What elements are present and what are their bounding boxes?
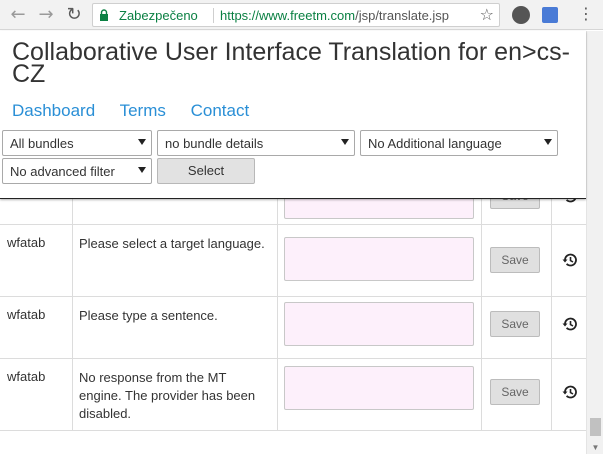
source-text-cell	[72, 199, 277, 224]
additional-language-select-value: No Additional language	[368, 136, 502, 151]
menu-icon[interactable]: ⋮	[578, 4, 594, 24]
translate-extension-icon[interactable]	[542, 7, 558, 23]
page-header: Collaborative User Interface Translation…	[0, 31, 586, 199]
translation-input[interactable]	[284, 302, 474, 346]
advanced-filter-select-value: No advanced filter	[10, 164, 115, 179]
save-cell: Save	[481, 297, 551, 358]
translation-table: Save wfatab Please select a target langu…	[0, 199, 586, 454]
bundles-select[interactable]: All bundles	[2, 130, 152, 156]
main-nav: Dashboard Terms Contact	[12, 101, 269, 121]
scrollbar-thumb[interactable]	[590, 418, 601, 436]
save-button[interactable]: Save	[490, 311, 540, 337]
table-row: wfatab Please type a sentence. Save	[0, 297, 586, 359]
forward-icon[interactable]: →	[36, 5, 56, 25]
extension-icon[interactable]	[512, 6, 530, 24]
history-icon[interactable]	[561, 251, 579, 269]
scroll-down-icon[interactable]: ▼	[587, 442, 603, 454]
chevron-down-icon	[138, 167, 146, 173]
nav-terms[interactable]: Terms	[120, 101, 166, 120]
history-cell	[551, 297, 586, 358]
history-cell	[551, 199, 586, 224]
save-button[interactable]: Save	[490, 379, 540, 405]
source-text: Please type a sentence.	[79, 308, 218, 323]
translation-input[interactable]	[284, 199, 474, 219]
source-text: No response from the MT engine. The prov…	[79, 370, 256, 421]
bundle-name: wfatab	[7, 369, 46, 384]
additional-language-select[interactable]: No Additional language	[360, 130, 558, 156]
translation-cell	[277, 199, 481, 224]
advanced-filter-select[interactable]: No advanced filter	[2, 158, 152, 184]
reload-icon[interactable]: ↻	[64, 5, 84, 25]
save-cell: Save	[481, 225, 551, 296]
save-button[interactable]: Save	[490, 199, 540, 209]
bundle-cell	[0, 199, 72, 224]
chevron-down-icon	[341, 139, 349, 145]
save-button[interactable]: Save	[490, 247, 540, 273]
chevron-down-icon	[138, 139, 146, 145]
url-path: /jsp/translate.jsp	[355, 8, 450, 23]
nav-dashboard[interactable]: Dashboard	[12, 101, 95, 120]
source-text-cell: Please type a sentence.	[72, 297, 277, 358]
bundle-name: wfatab	[7, 307, 46, 322]
omnibox-divider	[213, 8, 214, 23]
source-text-cell: Please select a target language.	[72, 225, 277, 296]
history-icon[interactable]	[561, 199, 579, 205]
chevron-down-icon	[544, 139, 552, 145]
bundles-select-value: All bundles	[10, 136, 74, 151]
history-cell	[551, 225, 586, 296]
translation-input[interactable]	[284, 237, 474, 281]
bundle-cell: wfatab	[0, 225, 72, 296]
bundle-details-select-value: no bundle details	[165, 136, 264, 151]
history-cell	[551, 359, 586, 430]
nav-contact[interactable]: Contact	[191, 101, 250, 120]
url-text[interactable]: https://www.freetm.com/jsp/translate.jsp	[220, 8, 449, 23]
address-bar[interactable]: Zabezpečeno https://www.freetm.com/jsp/t…	[92, 3, 500, 27]
source-text-cell: No response from the MT engine. The prov…	[72, 359, 277, 430]
page-title: Collaborative User Interface Translation…	[12, 38, 570, 88]
bookmark-star-icon[interactable]: ☆	[480, 5, 494, 24]
table-row: wfatab No response from the MT engine. T…	[0, 359, 586, 431]
save-cell: Save	[481, 199, 551, 224]
table-row: wfatab Please select a target language. …	[0, 225, 586, 297]
back-icon[interactable]: ←	[8, 5, 28, 25]
bundle-cell: wfatab	[0, 297, 72, 358]
translation-cell	[277, 297, 481, 358]
translation-cell	[277, 359, 481, 430]
translation-input[interactable]	[284, 366, 474, 410]
save-cell: Save	[481, 359, 551, 430]
history-icon[interactable]	[561, 383, 579, 401]
translation-cell	[277, 225, 481, 296]
page-scrollbar[interactable]: ▼	[586, 31, 603, 454]
browser-toolbar: ← → ↻ Zabezpečeno https://www.freetm.com…	[0, 0, 603, 30]
table-row: Save	[0, 199, 586, 225]
bundle-cell: wfatab	[0, 359, 72, 430]
secure-label: Zabezpečeno	[119, 8, 198, 23]
bundle-details-select[interactable]: no bundle details	[157, 130, 355, 156]
source-text: Please select a target language.	[79, 236, 265, 251]
select-button[interactable]: Select	[157, 158, 255, 184]
history-icon[interactable]	[561, 315, 579, 333]
bundle-name: wfatab	[7, 235, 46, 250]
lock-icon	[100, 9, 108, 21]
url-host: https://www.freetm.com	[220, 8, 356, 23]
